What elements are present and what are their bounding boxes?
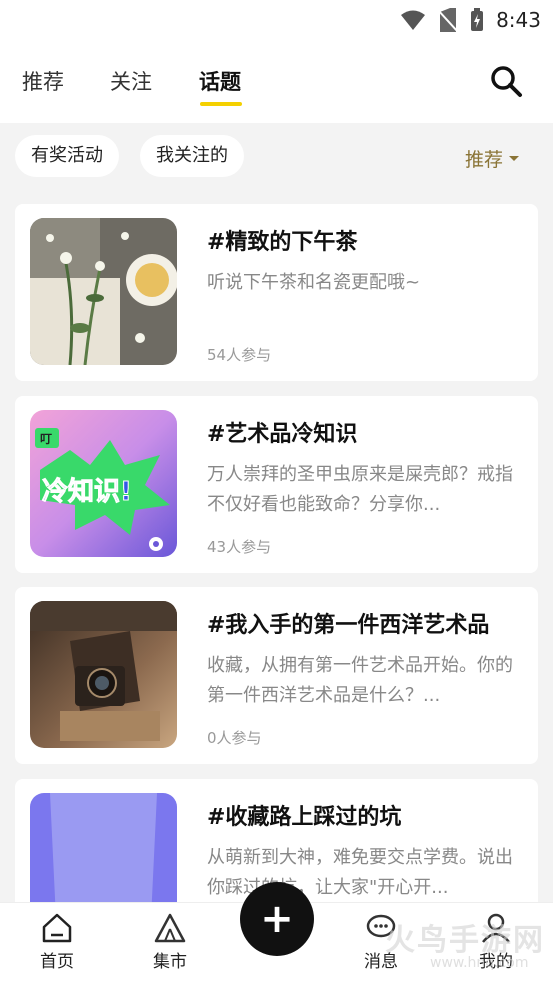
participant-count: 54人参与 [207,346,272,364]
topic-title: #我入手的第一件西洋艺术品 [207,613,490,638]
tent-icon [154,913,186,943]
sort-label: 推荐 [464,149,503,171]
top-tab-bar: 推荐 关注 话题 [0,40,553,123]
chip-rewards[interactable]: 有奖活动 [15,135,119,177]
topic-description: 万人崇拜的圣甲虫原来是屎壳郎？戒指不仅好看也能致命？分享你... [207,464,513,515]
watermark-logo: 火鸟手游网 [385,923,545,958]
topic-title: #艺术品冷知识 [207,422,358,447]
create-post-button[interactable]: + [240,882,314,956]
topic-thumbnail-tea [30,218,177,365]
topic-title: #收藏路上踩过的坑 [207,805,402,830]
topic-description: 收藏，从拥有第一件艺术品开始。你的第一件西洋艺术品是什么？... [207,655,513,706]
nav-label-market: 集市 [153,952,187,972]
topic-thumbnail-camera [30,601,177,748]
nav-label-home: 首页 [40,952,74,972]
search-icon[interactable] [489,64,523,98]
topic-card[interactable]: 叮 冷知识! #艺术品冷知识 万人崇拜的圣甲虫原来是屎壳郎？戒指不仅好看也能致命… [15,396,538,573]
tab-recommend[interactable]: 推荐 [22,66,64,96]
topic-card[interactable]: #精致的下午茶 听说下午茶和名瓷更配哦~ 54人参与 [15,204,538,381]
status-time: 8:43 [496,8,541,32]
topic-description: 听说下午茶和名瓷更配哦~ [207,272,421,293]
filter-row: 有奖活动 我关注的 推荐 [0,123,553,193]
home-icon [42,913,72,943]
battery-icon [471,8,484,31]
status-bar: 8:43 [0,0,553,40]
tab-follow[interactable]: 关注 [110,66,152,96]
watermark-url: www.hnq.com [430,955,529,971]
wifi-icon [401,10,426,30]
nav-home[interactable]: 首页 [17,911,97,972]
thumbnail-badge-text: 叮 [40,432,52,446]
thumbnail-caption: 冷知识! [42,476,132,507]
tab-topics[interactable]: 话题 [199,66,241,96]
participant-count: 0人参与 [207,729,262,747]
topic-thumbnail-trivia: 叮 冷知识! [30,410,177,557]
nav-market[interactable]: 集市 [130,911,210,972]
topic-card[interactable]: #我入手的第一件西洋艺术品 收藏，从拥有第一件艺术品开始。你的第一件西洋艺术品是… [15,587,538,764]
topic-title: #精致的下午茶 [207,230,358,255]
chip-following[interactable]: 我关注的 [140,135,244,177]
sort-dropdown[interactable]: 推荐 [465,145,519,172]
caret-down-icon [509,156,519,161]
participant-count: 43人参与 [207,538,272,556]
active-tab-indicator [200,102,242,106]
no-sim-icon [438,8,459,32]
